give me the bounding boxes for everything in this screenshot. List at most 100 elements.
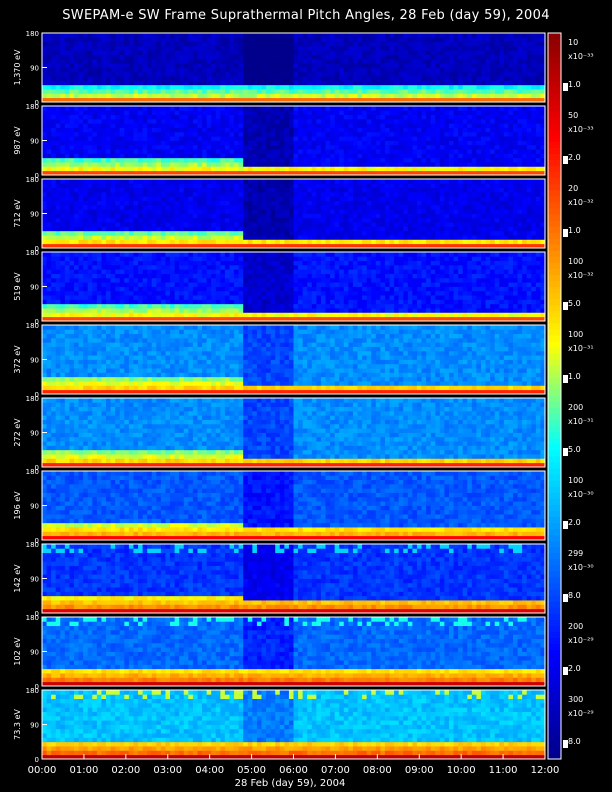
heatmap-cell: [293, 209, 299, 214]
heatmap-cell: [261, 149, 267, 154]
heatmap-cell: [215, 230, 221, 236]
heatmap-cell: [142, 213, 148, 219]
heatmap-cell: [499, 140, 505, 146]
heatmap-cell: [78, 84, 84, 90]
heatmap-cell: [467, 127, 473, 133]
heatmap-cell: [165, 106, 171, 111]
heatmap-cell: [64, 76, 70, 81]
heatmap-cell: [115, 76, 121, 81]
heatmap-cell: [183, 118, 189, 124]
heatmap-cell: [512, 131, 518, 137]
heatmap-cell: [384, 209, 390, 214]
heatmap-cell: [279, 93, 285, 99]
heatmap-cell: [156, 80, 162, 86]
heatmap-cell: [439, 230, 445, 236]
heatmap-cell: [51, 157, 57, 163]
heatmap-cell: [412, 106, 418, 111]
heatmap-cell: [298, 153, 304, 159]
heatmap-cell: [471, 89, 477, 94]
heatmap-cell: [471, 76, 477, 81]
heatmap-cell: [503, 114, 509, 120]
heatmap-cell: [325, 80, 331, 86]
heatmap-cell: [165, 187, 171, 193]
heatmap-cell: [206, 131, 212, 137]
heatmap-cell: [101, 217, 107, 223]
heatmap-cell: [170, 140, 176, 146]
heatmap-cell: [179, 183, 185, 189]
heatmap-cell: [453, 140, 459, 146]
heatmap-cell: [343, 209, 349, 214]
heatmap-cell: [247, 58, 253, 64]
heatmap-cell: [96, 213, 102, 219]
heatmap-cell: [348, 166, 354, 172]
heatmap-cell: [211, 80, 217, 86]
heatmap-cell: [394, 123, 400, 128]
heatmap-cell: [453, 123, 459, 128]
heatmap-cell: [156, 209, 162, 214]
heatmap-cell: [160, 58, 166, 64]
heatmap-cell: [371, 191, 377, 197]
heatmap-cell: [311, 213, 317, 219]
heatmap-cell: [352, 204, 358, 210]
heatmap-cell: [403, 136, 409, 141]
heatmap-cell: [197, 106, 203, 111]
heatmap-cell: [119, 76, 125, 81]
heatmap-cell: [188, 226, 194, 232]
heatmap-cell: [330, 144, 336, 150]
heatmap-cell: [69, 41, 75, 47]
heatmap-cell: [389, 153, 395, 159]
heatmap-cell: [522, 84, 528, 90]
heatmap-cell: [261, 114, 267, 120]
heatmap-cell: [298, 209, 304, 214]
heatmap-cell: [270, 179, 276, 184]
heatmap-cell: [151, 196, 157, 201]
heatmap-cell: [266, 187, 272, 193]
heatmap-cell: [74, 114, 79, 120]
heatmap-cell: [60, 84, 66, 90]
heatmap-cell: [192, 153, 198, 159]
heatmap-cell: [115, 63, 121, 68]
heatmap-cell: [284, 217, 290, 223]
heatmap-cell: [92, 204, 98, 210]
heatmap-cell: [64, 80, 70, 86]
heatmap-cell: [115, 226, 121, 232]
heatmap-cell: [439, 136, 445, 141]
heatmap-cell: [183, 110, 189, 116]
heatmap-cell: [458, 123, 464, 128]
heatmap-cell: [320, 89, 326, 94]
heatmap-cell: [128, 131, 134, 137]
heatmap-cell: [384, 204, 390, 210]
heatmap-cell: [307, 200, 313, 206]
heatmap-cell: [133, 37, 139, 43]
heatmap-cell: [339, 110, 345, 116]
heatmap-cell: [110, 71, 116, 77]
heatmap-cell: [435, 239, 441, 245]
heatmap-cell: [476, 45, 482, 51]
heatmap-cell: [211, 166, 217, 172]
heatmap-cell: [138, 114, 143, 120]
heatmap-cell: [430, 204, 436, 210]
heatmap-cell: [366, 179, 372, 184]
panel-2: 090180712 eV: [13, 176, 546, 253]
heatmap-cell: [435, 140, 441, 146]
heatmap-cell: [96, 140, 102, 146]
heatmap-cell: [101, 140, 107, 146]
heatmap-cell: [270, 187, 276, 193]
heatmap-cell: [165, 239, 171, 245]
heatmap-cell: [69, 191, 75, 197]
heatmap-cell: [366, 71, 372, 77]
heatmap-cell: [247, 114, 253, 120]
heatmap-cell: [503, 71, 509, 77]
heatmap-cell: [266, 196, 272, 201]
heatmap-cell: [421, 41, 427, 47]
heatmap-cell: [266, 50, 272, 55]
heatmap-cell: [444, 166, 450, 172]
heatmap-cell: [147, 50, 153, 55]
heatmap-cell: [170, 162, 176, 167]
heatmap-cell: [334, 149, 340, 154]
heatmap-cell: [371, 179, 377, 184]
heatmap-cell: [430, 63, 436, 68]
heatmap-cell: [215, 153, 221, 159]
heatmap-cell: [330, 127, 336, 133]
heatmap-cell: [407, 41, 413, 47]
